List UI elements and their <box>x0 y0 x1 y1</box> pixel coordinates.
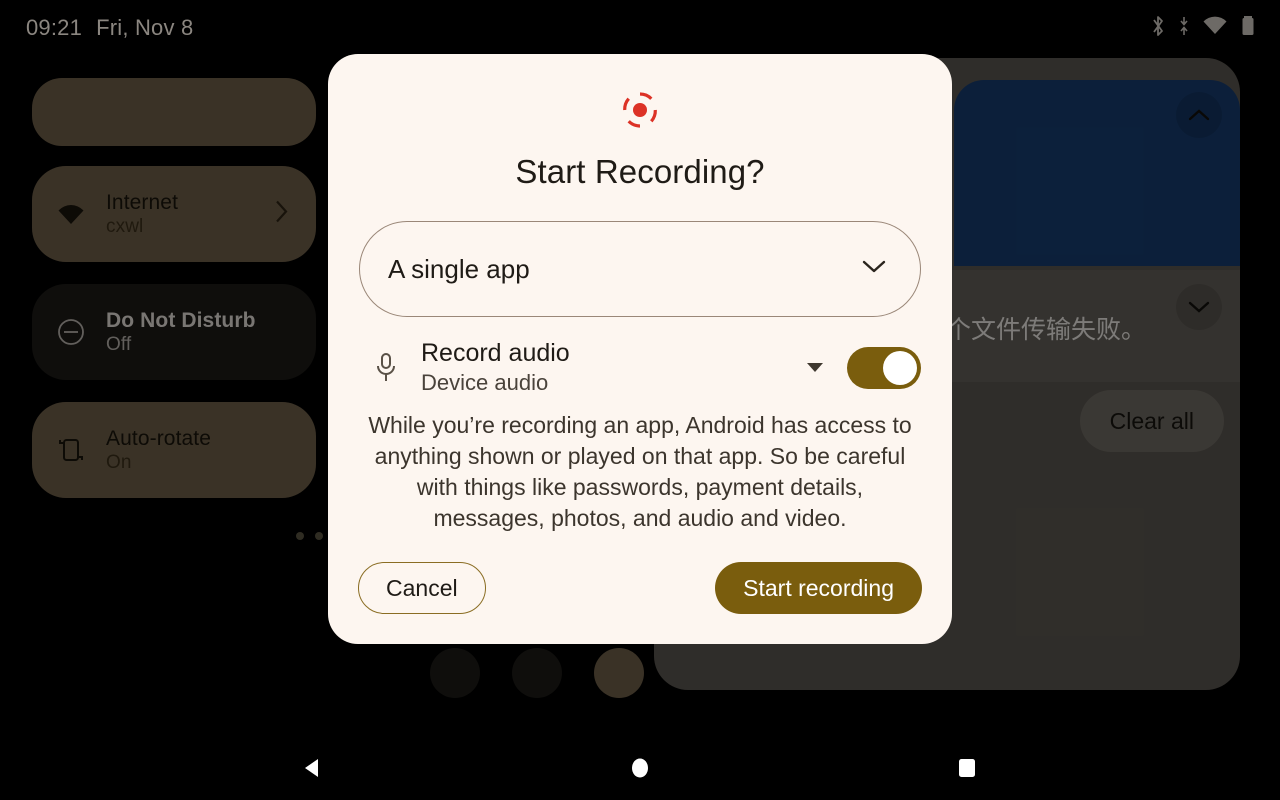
microphone-icon <box>363 351 409 385</box>
recents-icon[interactable] <box>954 755 980 781</box>
bluetooth-icon <box>1150 14 1166 43</box>
back-icon[interactable] <box>300 755 326 781</box>
record-audio-toggle[interactable] <box>847 346 921 389</box>
start-recording-dialog: Start Recording? A single app Record aud… <box>328 54 952 644</box>
recording-source-value: A single app <box>388 253 530 284</box>
status-bar: 09:21 Fri, Nov 8 <box>0 0 1280 56</box>
recording-source-select[interactable]: A single app <box>359 221 921 317</box>
chevron-down-icon <box>862 259 886 279</box>
dialog-body-text: While you’re recording an app, Android h… <box>368 412 912 531</box>
dialog-actions: Cancel Start recording <box>358 562 922 614</box>
battery-icon <box>1240 14 1256 43</box>
record-audio-label: Record audio <box>421 339 570 367</box>
wifi-icon <box>1202 15 1228 42</box>
caret-down-icon[interactable] <box>793 362 837 373</box>
screen-record-icon <box>620 90 660 135</box>
navigation-bar <box>0 736 1280 800</box>
home-icon[interactable] <box>627 755 653 781</box>
record-audio-source: Device audio <box>421 370 549 395</box>
data-transfer-icon <box>1178 14 1190 43</box>
status-bar-date: Fri, Nov 8 <box>96 15 194 40</box>
dialog-title: Start Recording? <box>515 153 765 190</box>
record-audio-row[interactable]: Record audio Device audio <box>359 339 921 396</box>
status-bar-time: 09:21 <box>26 15 83 40</box>
start-recording-button[interactable]: Start recording <box>715 562 922 614</box>
toggle-thumb <box>883 350 917 385</box>
cancel-button[interactable]: Cancel <box>358 562 486 614</box>
